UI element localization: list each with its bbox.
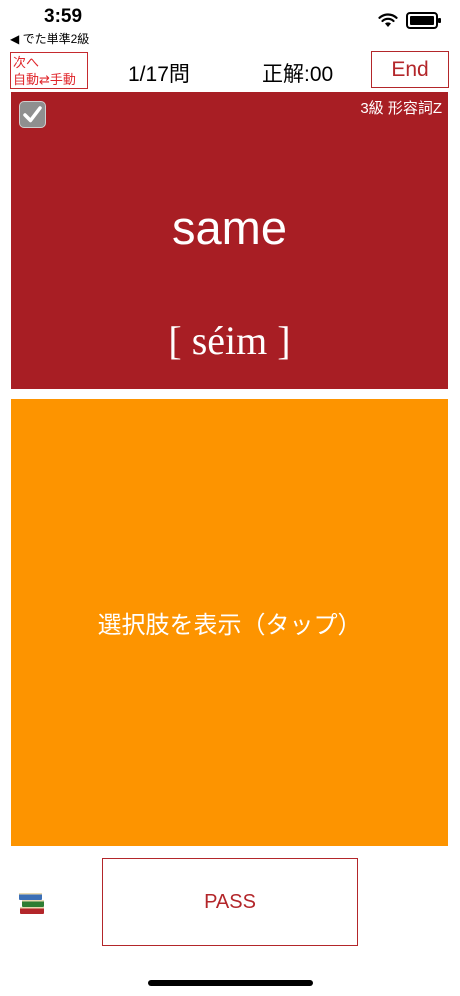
show-choices-panel[interactable]: 選択肢を表示（タップ）: [11, 399, 448, 846]
status-icons: [378, 12, 441, 29]
checkbox-icon[interactable]: [19, 101, 46, 128]
end-button[interactable]: End: [371, 51, 449, 88]
next-mode-label-line2: 自動⇄手動: [13, 72, 76, 87]
pronunciation: [ séim ]: [168, 318, 291, 363]
pass-button[interactable]: PASS: [102, 858, 358, 946]
wifi-icon: [378, 13, 398, 27]
status-bar: 3:59 ◀ でた単準2級: [0, 0, 460, 48]
correct-count: 正解:00: [262, 63, 334, 86]
books-icon[interactable]: [18, 888, 48, 916]
question-progress: 1/17問: [128, 63, 190, 86]
back-to-app-link[interactable]: ◀ でた単準2級: [10, 30, 89, 47]
level-category-label: 3級 形容詞Z: [360, 100, 442, 117]
quiz-header: 次へ 自動⇄手動 1/17問 正解:00 End: [0, 48, 460, 92]
show-choices-label: 選択肢を表示（タップ）: [97, 612, 362, 639]
word-card: 3級 形容詞Z same [ séim ]: [11, 92, 448, 389]
battery-icon: [406, 12, 441, 29]
home-indicator: [148, 980, 313, 986]
next-mode-toggle-button[interactable]: 次へ 自動⇄手動: [10, 52, 88, 89]
next-mode-label-line1: 次へ: [13, 55, 40, 70]
vocabulary-word: same: [172, 201, 287, 254]
status-time: 3:59: [44, 6, 83, 27]
